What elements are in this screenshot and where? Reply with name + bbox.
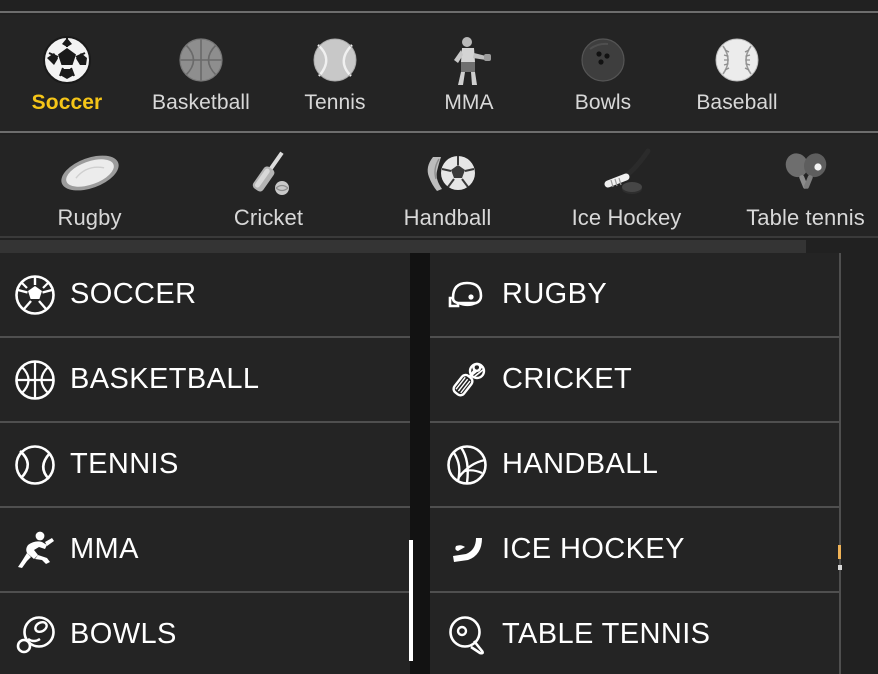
- handball-outline-icon: [444, 442, 490, 488]
- list-item-bowls[interactable]: BOWLS: [0, 593, 410, 674]
- list-item-label: CRICKET: [502, 363, 633, 395]
- bowling-ball-icon: [578, 33, 628, 87]
- nav-item-label: Soccer: [31, 91, 103, 114]
- list-item-label: RUGBY: [502, 278, 608, 310]
- list-item-label: SOCCER: [70, 278, 197, 310]
- rugby-helmet-outline-icon: [444, 272, 490, 318]
- hockey-stick-icon: [596, 145, 658, 201]
- list-item-label: BASKETBALL: [70, 363, 260, 395]
- mma-fighter-icon: [444, 33, 494, 87]
- list-item-mma[interactable]: MMA: [0, 508, 410, 593]
- sport-nav-row-secondary: Rugby Cricket Handball Ice Hockey Table …: [0, 135, 878, 238]
- sport-list-right[interactable]: RUGBY CRICKET HANDBALL ICE HOCKEY TABLE …: [430, 253, 841, 674]
- nav-item-label: Bowls: [574, 91, 632, 114]
- sport-list-left[interactable]: SOCCER BASKETBALL TENNIS MMA BOWLS: [0, 253, 410, 674]
- lists-top-band-cap: [806, 240, 878, 253]
- basketball-outline-icon: [12, 357, 58, 403]
- nav-item-table-tennis[interactable]: Table tennis: [716, 135, 878, 231]
- list-item-rugby[interactable]: RUGBY: [430, 253, 841, 338]
- nav-item-label: Tennis: [304, 91, 366, 114]
- nav-item-cricket[interactable]: Cricket: [179, 135, 358, 231]
- panel-gap: [410, 253, 430, 674]
- handball-icon: [419, 145, 477, 201]
- nav-item-label: Handball: [403, 205, 492, 230]
- right-list-scroll-marker-top: [838, 545, 841, 559]
- soccer-ball-outline-icon: [12, 272, 58, 318]
- nav-item-mma[interactable]: MMA: [402, 15, 536, 115]
- nav-item-label: MMA: [444, 91, 494, 114]
- cricket-bat-icon: [242, 145, 296, 201]
- right-gutter-background: [841, 253, 878, 674]
- nav-item-ice-hockey[interactable]: Ice Hockey: [537, 135, 716, 231]
- list-item-label: HANDBALL: [502, 448, 659, 480]
- list-item-label: TABLE TENNIS: [502, 618, 711, 650]
- table-tennis-outline-icon: [444, 612, 490, 658]
- rugby-ball-icon: [57, 145, 123, 201]
- list-item-tennis[interactable]: TENNIS: [0, 423, 410, 508]
- list-item-label: TENNIS: [70, 448, 179, 480]
- cricket-bat-outline-icon: [444, 357, 490, 403]
- basketball-icon: [176, 33, 226, 87]
- nav-item-bowls[interactable]: Bowls: [536, 15, 670, 115]
- list-item-basketball[interactable]: BASKETBALL: [0, 338, 410, 423]
- list-item-table-tennis[interactable]: TABLE TENNIS: [430, 593, 841, 674]
- right-list-scroll-dot: [838, 565, 842, 570]
- nav-item-rugby[interactable]: Rugby: [0, 135, 179, 231]
- nav-item-label: Ice Hockey: [571, 205, 682, 230]
- lists-top-band: [0, 240, 878, 253]
- sport-nav-row-primary: Soccer Basketball Tennis MMA Bowls Baseb…: [0, 15, 878, 133]
- list-item-label: ICE HOCKEY: [502, 533, 685, 565]
- sport-lists-area: SOCCER BASKETBALL TENNIS MMA BOWLS RUGBY…: [0, 240, 878, 674]
- bowls-outline-icon: [12, 612, 58, 658]
- nav-item-handball[interactable]: Handball: [358, 135, 537, 231]
- list-item-label: MMA: [70, 533, 139, 565]
- tennis-ball-outline-icon: [12, 442, 58, 488]
- nav-item-tennis[interactable]: Tennis: [268, 15, 402, 115]
- list-item-label: BOWLS: [70, 618, 177, 650]
- baseball-icon: [712, 33, 762, 87]
- list-item-soccer[interactable]: SOCCER: [0, 253, 410, 338]
- hockey-stick-outline-icon: [444, 527, 490, 573]
- table-tennis-icon: [778, 145, 834, 201]
- list-item-ice-hockey[interactable]: ICE HOCKEY: [430, 508, 841, 593]
- list-item-handball[interactable]: HANDBALL: [430, 423, 841, 508]
- list-item-cricket[interactable]: CRICKET: [430, 338, 841, 423]
- top-strip: [0, 0, 878, 13]
- app-root: Soccer Basketball Tennis MMA Bowls Baseb…: [0, 0, 878, 674]
- nav-item-baseball[interactable]: Baseball: [670, 15, 804, 115]
- nav-item-label: Cricket: [233, 205, 304, 230]
- left-list-scrollbar-thumb[interactable]: [409, 540, 413, 661]
- nav-item-label: Rugby: [57, 205, 122, 230]
- nav-item-label: Baseball: [696, 91, 778, 114]
- nav-item-label: Basketball: [152, 91, 250, 114]
- nav-item-soccer[interactable]: Soccer: [0, 15, 134, 115]
- nav-item-label: Table tennis: [746, 205, 865, 230]
- mma-fighter-outline-icon: [12, 527, 58, 573]
- tennis-ball-icon: [310, 33, 360, 87]
- soccer-ball-icon: [41, 33, 93, 87]
- nav-item-basketball[interactable]: Basketball: [134, 15, 268, 115]
